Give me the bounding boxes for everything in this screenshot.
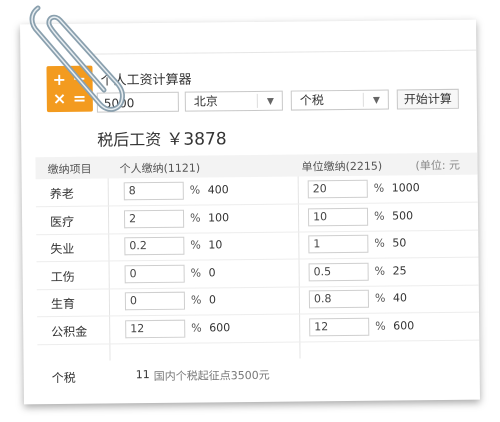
row-label: 失业 — [50, 241, 75, 257]
chevron-down-icon[interactable]: ▼ — [267, 93, 274, 111]
percent-sign: % — [374, 236, 385, 250]
percent-sign: % — [373, 181, 385, 195]
row-label: 公积金 — [51, 324, 88, 339]
company-amount: 500 — [391, 208, 414, 223]
percent-sign: % — [191, 321, 202, 335]
tax-row: 个税 11 国内个税起征点3500元 — [38, 357, 480, 392]
row-label: 养老 — [49, 186, 74, 202]
result-currency: ￥ — [166, 129, 184, 150]
company-amount: 600 — [393, 318, 415, 333]
result-label: 税后工资 — [97, 129, 162, 150]
company-rate-input[interactable]: 1 — [308, 234, 369, 254]
city-select[interactable]: 北京 ▼ — [184, 90, 283, 112]
paperclip-icon — [29, 5, 125, 112]
personal-amount: 10 — [208, 238, 223, 252]
city-select-value: 北京 — [193, 94, 218, 109]
company-rate-input[interactable]: 10 — [307, 207, 369, 226]
select-divider — [362, 92, 364, 107]
personal-rate-input[interactable]: 2 — [123, 209, 185, 228]
tax-label: 个税 — [51, 370, 76, 386]
select-divider — [256, 93, 258, 108]
personal-amount: 0 — [208, 265, 216, 279]
row-label: 工伤 — [50, 269, 75, 284]
row-label: 医疗 — [50, 214, 75, 229]
company-amount: 25 — [392, 263, 407, 278]
tax-value: 11 — [135, 368, 150, 382]
tax-note: 国内个税起征点3500元 — [153, 368, 270, 384]
table-row: 公积金 12% 600 12% 600 — [37, 312, 480, 345]
company-amount: 1000 — [391, 181, 420, 195]
personal-rate-input[interactable]: 0.2 — [124, 236, 185, 256]
percent-sign: % — [375, 319, 386, 333]
company-amount: 50 — [392, 236, 407, 250]
percent-sign: % — [189, 183, 201, 197]
personal-rate-input[interactable]: 0 — [124, 264, 185, 283]
percent-sign: % — [374, 264, 386, 278]
top-divider — [90, 49, 477, 55]
personal-amount: 400 — [207, 183, 229, 197]
percent-sign: % — [190, 238, 201, 252]
header-company: 单位缴纳(2215) — [301, 159, 383, 174]
percent-sign: % — [190, 293, 202, 307]
tax-type-select[interactable]: 个税 ▼ — [290, 89, 389, 111]
header-unit: (单位: 元 — [415, 158, 461, 173]
company-rate-input[interactable]: 0.5 — [308, 262, 369, 281]
percent-sign: % — [189, 211, 201, 225]
calculate-button[interactable]: 开始计算 — [396, 88, 459, 110]
personal-rate-input[interactable]: 12 — [125, 319, 186, 338]
row-label: 生育 — [50, 296, 76, 312]
percent-sign: % — [373, 209, 385, 223]
percent-sign: % — [190, 266, 202, 280]
personal-amount: 100 — [207, 210, 230, 224]
result-amount: 3878 — [183, 129, 227, 150]
company-rate-input[interactable]: 20 — [307, 179, 368, 199]
personal-rate-input[interactable]: 8 — [123, 181, 184, 201]
personal-amount: 0 — [208, 293, 216, 307]
company-rate-input[interactable]: 12 — [309, 317, 370, 336]
personal-amount: 600 — [209, 320, 231, 334]
personal-rate-input[interactable]: 0 — [124, 291, 186, 311]
company-amount: 40 — [392, 291, 407, 305]
company-rate-input[interactable]: 0.8 — [308, 289, 370, 309]
tax-type-select-value: 个税 — [299, 93, 324, 108]
header-personal: 个人缴纳(1121) — [119, 161, 201, 176]
header-item: 缴纳项目 — [47, 162, 92, 177]
chevron-down-icon[interactable]: ▼ — [373, 92, 380, 110]
percent-sign: % — [374, 291, 386, 305]
